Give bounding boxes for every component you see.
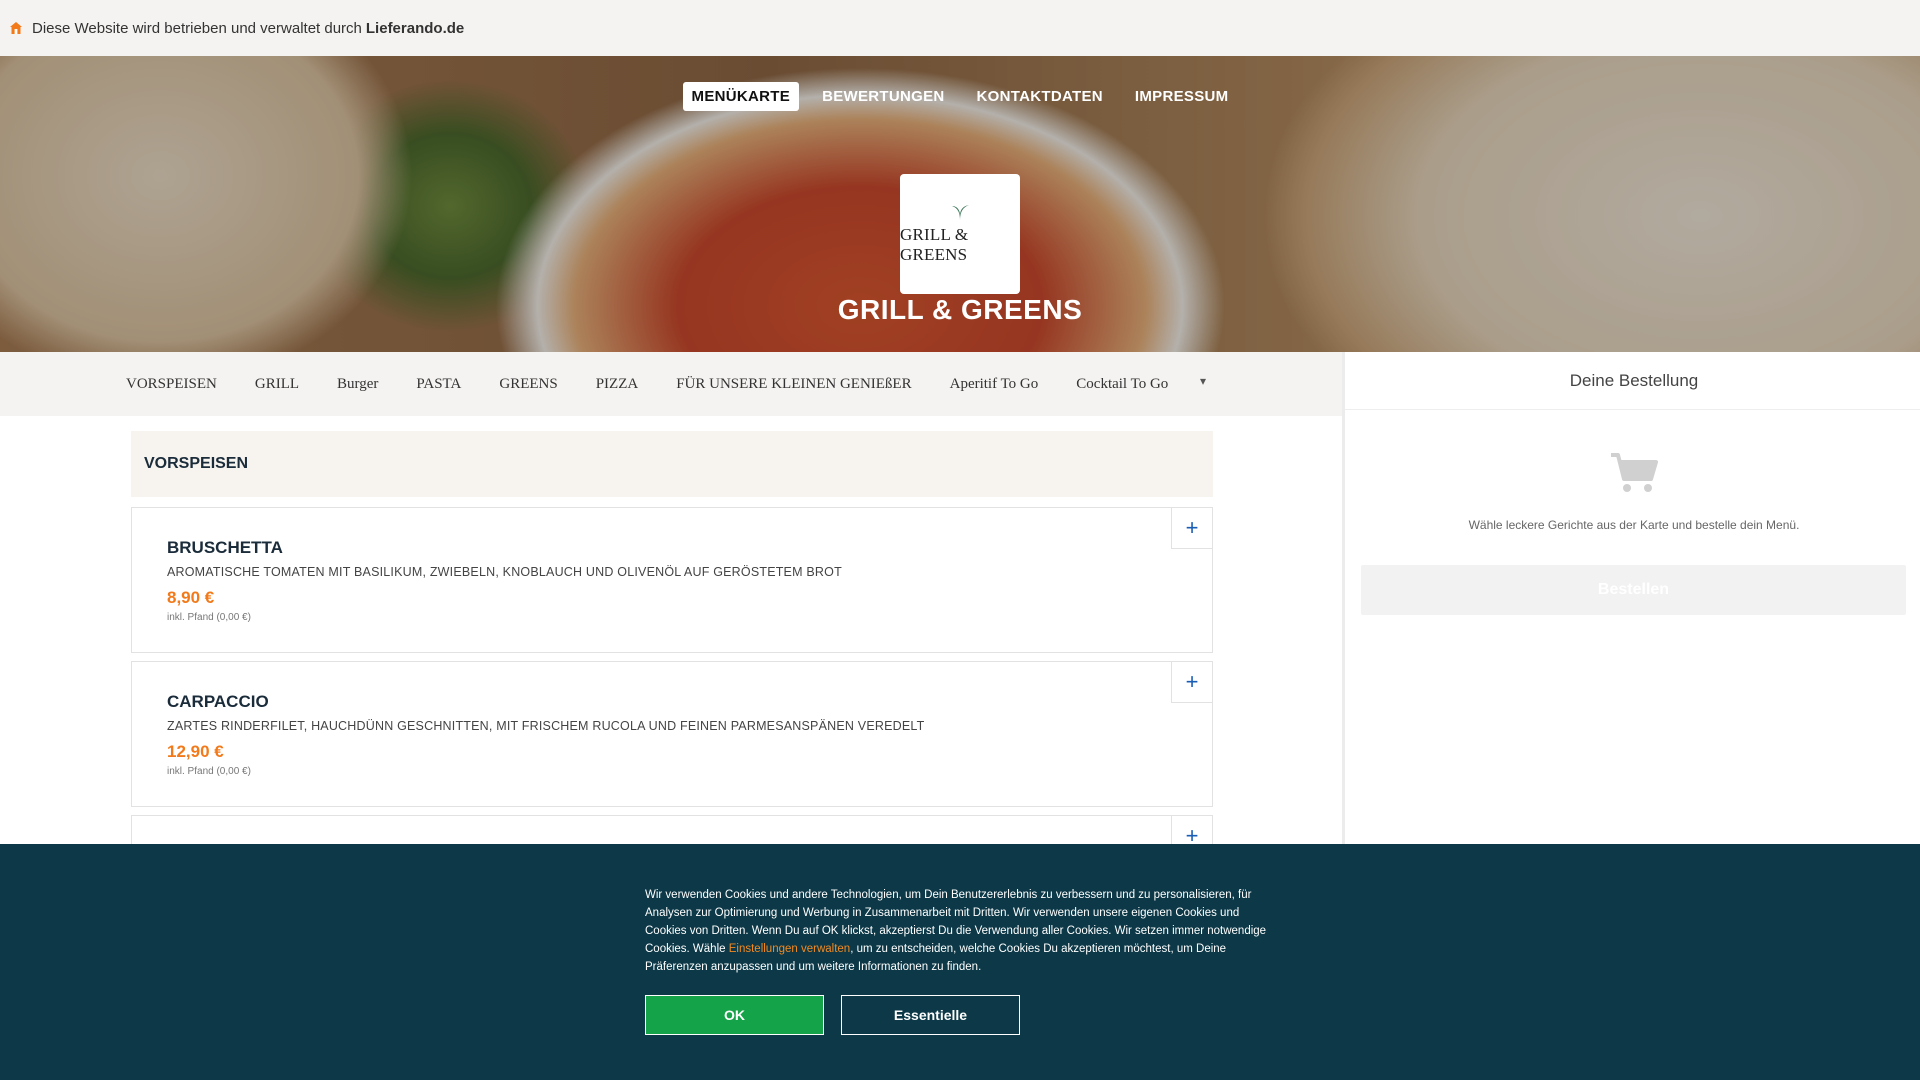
category-pizza[interactable]: PIZZA [596, 376, 639, 393]
section-title: VORSPEISEN [144, 455, 249, 472]
category-grill[interactable]: GRILL [255, 376, 299, 393]
nav-bewertungen[interactable]: BEWERTUNGEN [813, 82, 953, 111]
operator-notice-bar: Diese Website wird betrieben und verwalt… [0, 0, 1920, 56]
add-item-button[interactable]: + [1171, 662, 1212, 703]
category-bar: VORSPEISEN GRILL Burger PASTA GREENS PIZ… [0, 352, 1342, 416]
category-burger[interactable]: Burger [337, 376, 378, 393]
order-button[interactable]: Bestellen [1361, 565, 1906, 615]
cookie-text: Wir verwenden Cookies und andere Technol… [645, 886, 1275, 976]
cookie-settings-link[interactable]: Einstellungen verwalten [729, 943, 850, 955]
chevron-down-icon[interactable]: ▾ [1200, 374, 1206, 388]
nav-impressum[interactable]: IMPRESSUM [1126, 82, 1238, 111]
item-name: CARPACCIO [167, 692, 269, 711]
order-panel: Deine Bestellung Wähle leckere Gerichte … [1342, 352, 1920, 852]
menu-item[interactable]: + BRUSCHETTA AROMATISCHE TOMATEN MIT BAS… [131, 507, 1213, 653]
cookie-banner: Wir verwenden Cookies und andere Technol… [0, 844, 1920, 1080]
item-description: AROMATISCHE TOMATEN MIT BASILIKUM, ZWIEB… [167, 565, 842, 579]
section-heading: VORSPEISEN [131, 431, 1213, 497]
category-kids[interactable]: FÜR UNSERE KLEINEN GENIEßER [676, 376, 911, 393]
menu-item[interactable]: + CARPACCIO ZARTES RINDERFILET, HAUCHDÜN… [131, 661, 1213, 807]
category-vorspeisen[interactable]: VORSPEISEN [126, 376, 217, 393]
category-list: VORSPEISEN GRILL Burger PASTA GREENS PIZ… [126, 376, 1206, 393]
nav-kontaktdaten[interactable]: KONTAKTDATEN [968, 82, 1112, 111]
house-icon [9, 21, 23, 35]
restaurant-logo: GRILL & GREENS [900, 174, 1020, 294]
restaurant-name: GRILL & GREENS [837, 294, 1083, 325]
category-greens[interactable]: GREENS [499, 376, 557, 393]
order-title: Deine Bestellung [1345, 352, 1920, 410]
item-deposit: inkl. Pfand (0,00 €) [167, 612, 251, 623]
item-deposit: inkl. Pfand (0,00 €) [167, 766, 251, 777]
add-item-button[interactable]: + [1171, 508, 1212, 549]
item-description: ZARTES RINDERFILET, HAUCHDÜNN GESCHNITTE… [167, 719, 925, 733]
logo-text: GRILL & GREENS [900, 225, 969, 264]
cart-icon [1609, 451, 1659, 500]
cookie-essential-button[interactable]: Essentielle [841, 995, 1020, 1035]
item-price: 8,90 € [167, 588, 215, 607]
operator-brand-link[interactable]: Lieferando.de [366, 20, 464, 37]
category-aperitif[interactable]: Aperitif To Go [950, 376, 1039, 393]
hero-banner: MENÜKARTE BEWERTUNGEN KONTAKTDATEN IMPRE… [0, 56, 1920, 352]
order-hint: Wähle leckere Gerichte aus der Karte und… [1468, 518, 1800, 532]
category-pasta[interactable]: PASTA [416, 376, 461, 393]
operator-notice-text: Diese Website wird betrieben und verwalt… [32, 19, 362, 37]
item-name: BRUSCHETTA [167, 538, 283, 557]
main-nav: MENÜKARTE BEWERTUNGEN KONTAKTDATEN IMPRE… [0, 82, 1920, 111]
nav-menukarte[interactable]: MENÜKARTE [682, 82, 800, 111]
leaf-icon [952, 205, 969, 220]
item-price: 12,90 € [167, 742, 224, 761]
category-cocktail[interactable]: Cocktail To Go [1076, 376, 1168, 393]
cookie-ok-button[interactable]: OK [645, 995, 824, 1035]
